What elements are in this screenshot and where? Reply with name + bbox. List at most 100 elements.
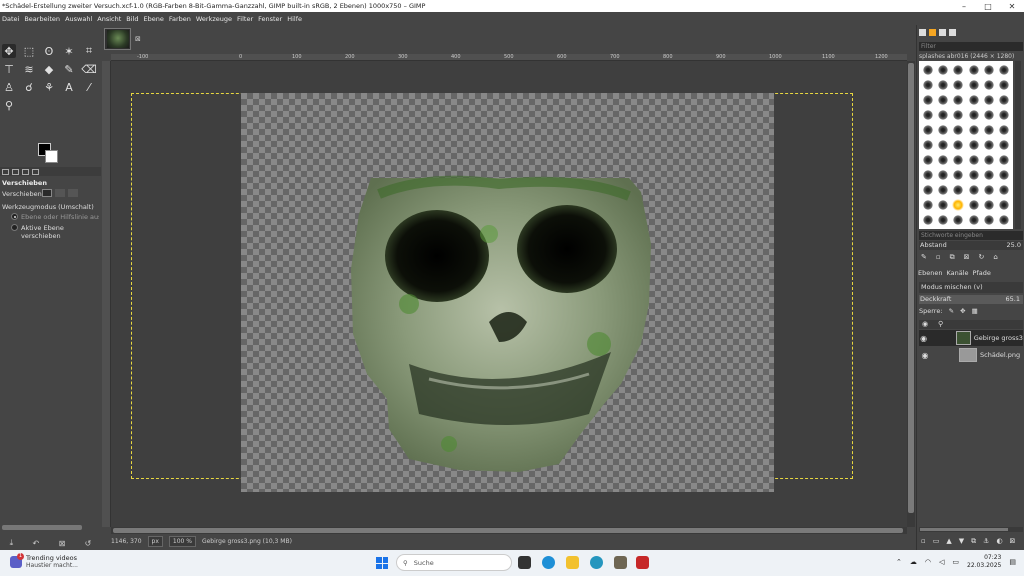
tab-channels[interactable]: Kanäle	[946, 269, 968, 277]
new-layer-icon[interactable]: ▫	[921, 537, 926, 546]
background-color[interactable]	[45, 150, 58, 163]
brush-item[interactable]	[981, 62, 996, 77]
refresh-brushes-icon[interactable]: ↻	[979, 253, 985, 262]
paintbrush-tool-icon[interactable]: ✎	[62, 62, 76, 76]
wifi-icon[interactable]: ◠	[925, 558, 931, 566]
color-picker-tool-icon[interactable]: ⁄	[82, 80, 96, 94]
brush-item[interactable]	[951, 122, 966, 137]
delete-brush-icon[interactable]: ⊠	[964, 253, 970, 262]
menu-ansicht[interactable]: Ansicht	[97, 15, 121, 23]
brush-item[interactable]	[997, 92, 1012, 107]
duplicate-brush-icon[interactable]: ⧉	[950, 253, 955, 262]
brush-item[interactable]	[997, 122, 1012, 137]
brush-item[interactable]	[935, 122, 950, 137]
notifications-icon[interactable]: ▤	[1009, 558, 1016, 566]
brush-item[interactable]	[951, 77, 966, 92]
horizontal-ruler[interactable]: -100 0 100 200 300 400 500 600 700 800 9…	[111, 54, 907, 61]
fuzzy-select-tool-icon[interactable]: ✶	[62, 44, 76, 58]
maximize-button[interactable]: □	[976, 2, 1000, 11]
menu-datei[interactable]: Datei	[2, 15, 19, 23]
lasso-tool-icon[interactable]: ʘ	[42, 44, 56, 58]
eraser-tool-icon[interactable]: ⌫	[81, 62, 97, 76]
new-group-icon[interactable]: ▭	[933, 537, 940, 546]
mask-layer-icon[interactable]: ◐	[996, 537, 1002, 546]
news-widget[interactable]: 1 Trending videos Haustier macht...	[10, 552, 78, 569]
brush-item[interactable]	[920, 122, 935, 137]
brush-item[interactable]	[981, 182, 996, 197]
unit-select[interactable]: px	[147, 535, 163, 547]
brush-item[interactable]	[920, 137, 935, 152]
vertical-scrollbar-thumb[interactable]	[908, 63, 914, 513]
color-swatches[interactable]	[38, 143, 62, 165]
windows-start-icon[interactable]	[376, 557, 388, 569]
brush-item[interactable]	[935, 182, 950, 197]
brush-item[interactable]	[966, 182, 981, 197]
lock-position-icon[interactable]: ✥	[960, 307, 965, 315]
brush-item[interactable]	[997, 152, 1012, 167]
layers-scrollbar[interactable]	[919, 527, 1023, 532]
brush-item[interactable]	[981, 107, 996, 122]
app-icon-red[interactable]	[636, 556, 649, 569]
brush-item[interactable]	[997, 77, 1012, 92]
images-tab-icon[interactable]	[32, 168, 39, 175]
task-view-icon[interactable]	[518, 556, 531, 569]
open-brush-as-image-icon[interactable]: ⌂	[993, 253, 997, 262]
brush-scrollbar[interactable]	[1015, 61, 1021, 229]
brush-item[interactable]	[966, 152, 981, 167]
brush-item[interactable]	[951, 152, 966, 167]
brush-item[interactable]	[920, 167, 935, 182]
brushes-tab-icon[interactable]	[919, 29, 926, 36]
lock-alpha-icon[interactable]: ▦	[972, 307, 978, 315]
horizontal-scrollbar[interactable]	[111, 527, 907, 534]
brush-item[interactable]	[981, 137, 996, 152]
minimize-button[interactable]: –	[952, 2, 976, 11]
menu-bearbeiten[interactable]: Bearbeiten	[24, 15, 60, 23]
patterns-tab-icon[interactable]	[929, 29, 936, 36]
cloud-icon[interactable]: ☁	[910, 558, 917, 566]
menu-hilfe[interactable]: Hilfe	[287, 15, 302, 23]
clock[interactable]: 07:23 22.03.2025	[967, 554, 1001, 570]
brush-item[interactable]	[920, 77, 935, 92]
brush-item[interactable]	[951, 92, 966, 107]
brush-item-selected[interactable]	[951, 197, 966, 212]
brush-item[interactable]	[966, 212, 981, 227]
brush-item[interactable]	[997, 212, 1012, 227]
vertical-ruler[interactable]	[102, 61, 111, 527]
layer-row[interactable]: ◉ Gebirge gross3.png	[919, 330, 1023, 346]
move-tool-icon[interactable]: ✥	[2, 44, 16, 58]
device-status-tab-icon[interactable]	[12, 168, 19, 175]
undo-history-tab-icon[interactable]	[22, 168, 29, 175]
brush-item[interactable]	[920, 197, 935, 212]
brush-item[interactable]	[966, 137, 981, 152]
move-path-toggle[interactable]	[68, 189, 78, 197]
canvas[interactable]	[111, 61, 907, 527]
tab-paths[interactable]: Pfade	[973, 269, 991, 277]
battery-icon[interactable]: ▭	[952, 558, 959, 566]
brush-item[interactable]	[981, 77, 996, 92]
close-button[interactable]: ✕	[1000, 2, 1024, 11]
brush-item[interactable]	[981, 197, 996, 212]
menu-auswahl[interactable]: Auswahl	[65, 15, 92, 23]
menu-farben[interactable]: Farben	[169, 15, 191, 23]
chevron-up-icon[interactable]: ⌃	[896, 558, 902, 566]
vertical-scrollbar[interactable]	[907, 61, 915, 527]
layer-row[interactable]: ◉ Schädel.png	[919, 347, 1023, 363]
brush-item[interactable]	[920, 152, 935, 167]
delete-options-icon[interactable]: ⊠	[59, 539, 66, 548]
brush-item[interactable]	[997, 137, 1012, 152]
brush-item[interactable]	[997, 182, 1012, 197]
brush-item[interactable]	[920, 212, 935, 227]
save-options-icon[interactable]: ⤓	[10, 538, 14, 548]
brush-item[interactable]	[935, 152, 950, 167]
brush-item[interactable]	[997, 167, 1012, 182]
clone-tool-icon[interactable]: ♙	[2, 80, 16, 94]
lock-pixels-icon[interactable]: ✎	[949, 307, 954, 315]
horizontal-scrollbar-thumb[interactable]	[113, 528, 903, 533]
brush-item[interactable]	[935, 92, 950, 107]
brush-item[interactable]	[935, 77, 950, 92]
anchor-layer-icon[interactable]: ⚓	[983, 537, 989, 546]
move-selection-toggle[interactable]	[55, 189, 65, 197]
brush-tags-input[interactable]: Stichworte eingeben	[919, 231, 1023, 240]
tool-options-tab-icon[interactable]	[2, 168, 9, 175]
delete-layer-icon[interactable]: ⊠	[1010, 537, 1016, 546]
